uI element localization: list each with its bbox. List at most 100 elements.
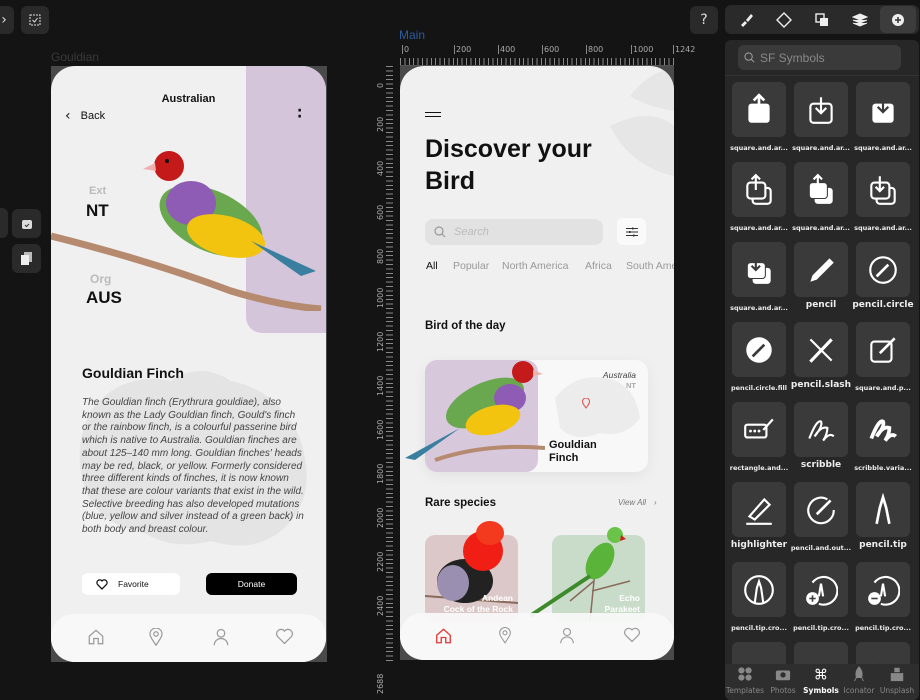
tab-north-america[interactable]: North America <box>502 260 569 272</box>
pencil-tip-cro-icon <box>868 575 900 606</box>
ruler-left[interactable]: 0 200 400 600 800 1000 1200 1400 1600 1800 2000 220… <box>376 66 393 694</box>
rare-name-line: Echo <box>619 593 640 603</box>
search-placeholder: Search <box>454 226 489 238</box>
square-and-ar-icon <box>748 92 770 123</box>
artboard-label[interactable]: Main <box>399 28 425 42</box>
archive-check-icon <box>21 219 32 229</box>
home-icon[interactable] <box>434 627 453 645</box>
heart-icon <box>96 578 108 590</box>
search-input[interactable]: Search <box>425 219 603 245</box>
more-icon[interactable]: · · <box>297 104 302 124</box>
profile-icon[interactable] <box>213 628 229 646</box>
symbol-tile[interactable] <box>856 562 910 617</box>
symbol-tile[interactable] <box>794 82 848 137</box>
boolean-tool-button[interactable] <box>804 6 840 33</box>
help-button[interactable]: ? <box>690 6 718 34</box>
tab-south-america[interactable]: South Ame <box>626 260 674 272</box>
chevron-right-icon: › <box>654 498 657 507</box>
symbol-tile[interactable] <box>794 242 848 297</box>
symbol-icon <box>872 663 873 664</box>
symbol-tile[interactable] <box>732 322 786 377</box>
square-and-ar-icon <box>870 175 896 205</box>
search-icon <box>434 226 446 238</box>
source-tab-symbols[interactable]: ⌘ Symbols <box>801 666 841 695</box>
side-panel-edge <box>0 208 8 238</box>
menu-icon[interactable] <box>425 112 441 117</box>
symbol-tile[interactable] <box>856 482 910 537</box>
symbol-tile[interactable] <box>732 402 786 457</box>
ruler-top[interactable]: 0 200 400 600 800 1000 1242 <box>400 44 695 66</box>
symbol-label: square.and.ar... <box>792 144 850 152</box>
square-and-ar-icon <box>809 96 833 124</box>
ruler-tick-label: 200 <box>454 45 472 54</box>
command-icon: ⌘ <box>814 667 828 683</box>
symbol-tile[interactable] <box>794 642 848 664</box>
square-and-ar-icon <box>872 94 894 123</box>
symbol-search-input[interactable]: SF Symbols <box>738 45 901 70</box>
favorite-button[interactable]: Favorite <box>82 573 180 595</box>
symbol-tile[interactable] <box>856 402 910 457</box>
rare-card[interactable]: Echo Parakeet <box>530 527 645 623</box>
source-tab-iconator[interactable]: Iconator <box>839 666 879 695</box>
view-all-link[interactable]: View All › <box>618 498 657 507</box>
duplicate-button[interactable] <box>12 244 41 273</box>
ruler-tick-label: 2000 <box>376 507 385 528</box>
ruler-tick-label: 0 <box>376 82 385 88</box>
symbol-label: square.and.ar... <box>730 304 788 312</box>
source-tab-label: Unsplash <box>879 686 915 695</box>
tab-all[interactable]: All <box>426 260 438 272</box>
symbol-tile[interactable] <box>732 642 786 664</box>
scribble-icon <box>808 419 835 441</box>
symbol-tile[interactable] <box>794 402 848 457</box>
symbol-tile[interactable] <box>732 162 786 217</box>
donate-button[interactable]: Donate <box>206 573 297 595</box>
symbol-tile[interactable] <box>856 82 910 137</box>
symbol-tile[interactable] <box>794 322 848 377</box>
symbol-tile[interactable] <box>794 482 848 537</box>
symbol-tile[interactable] <box>856 642 910 664</box>
ruler-tick-label: 2200 <box>376 551 385 572</box>
source-tab-unsplash[interactable]: Unsplash <box>877 666 917 695</box>
symbol-tile[interactable] <box>856 322 910 377</box>
rare-card[interactable]: Andean Cock of the Rock <box>425 521 518 623</box>
back-label: Back <box>80 110 106 122</box>
symbol-tile[interactable] <box>856 242 910 297</box>
component-tool-button[interactable] <box>766 6 802 33</box>
brush-tool-button[interactable] <box>728 6 764 33</box>
symbol-tile[interactable] <box>732 482 786 537</box>
bird-of-day-card[interactable]: Australia NT Gouldian Finch <box>405 360 648 472</box>
back-button[interactable]: ‹ Back <box>65 108 105 124</box>
expand-button[interactable]: › <box>0 6 14 34</box>
symbol-label: pencil.tip <box>859 540 907 550</box>
source-tab-templates[interactable]: Templates <box>725 666 765 695</box>
add-tool-button[interactable] <box>880 6 916 33</box>
symbol-label: pencil <box>805 300 837 310</box>
artboard-label[interactable]: Gouldian <box>51 50 99 64</box>
symbol-tile[interactable] <box>732 562 786 617</box>
brush-icon <box>741 13 753 27</box>
symbol-label: pencil.circle <box>852 300 914 310</box>
heart-icon[interactable] <box>275 628 294 645</box>
home-icon[interactable] <box>87 628 105 646</box>
symbol-tile[interactable] <box>732 242 786 297</box>
filter-button[interactable] <box>617 218 646 245</box>
tab-popular[interactable]: Popular <box>453 260 489 272</box>
source-tab-photos[interactable]: Photos <box>763 666 803 695</box>
symbol-tile[interactable] <box>794 562 848 617</box>
location-icon[interactable] <box>149 628 163 646</box>
symbol-tile[interactable] <box>794 162 848 217</box>
heart-icon[interactable] <box>623 627 641 643</box>
symbol-tile[interactable] <box>856 162 910 217</box>
symbol-label: scribble <box>800 460 842 470</box>
ruler-tick-label: 0 <box>402 45 410 54</box>
layers-tool-button[interactable] <box>842 6 878 33</box>
tab-africa[interactable]: Africa <box>585 260 612 272</box>
symbol-label: highlighter <box>730 540 788 550</box>
archive-button[interactable] <box>12 209 41 238</box>
ruler-tick-label: 600 <box>542 45 560 54</box>
location-icon[interactable] <box>499 627 511 644</box>
symbol-tile[interactable] <box>732 82 786 137</box>
select-button[interactable] <box>21 6 49 34</box>
home-screen: Discover your Bird Search All Popular No… <box>400 66 674 660</box>
profile-icon[interactable] <box>560 627 574 644</box>
